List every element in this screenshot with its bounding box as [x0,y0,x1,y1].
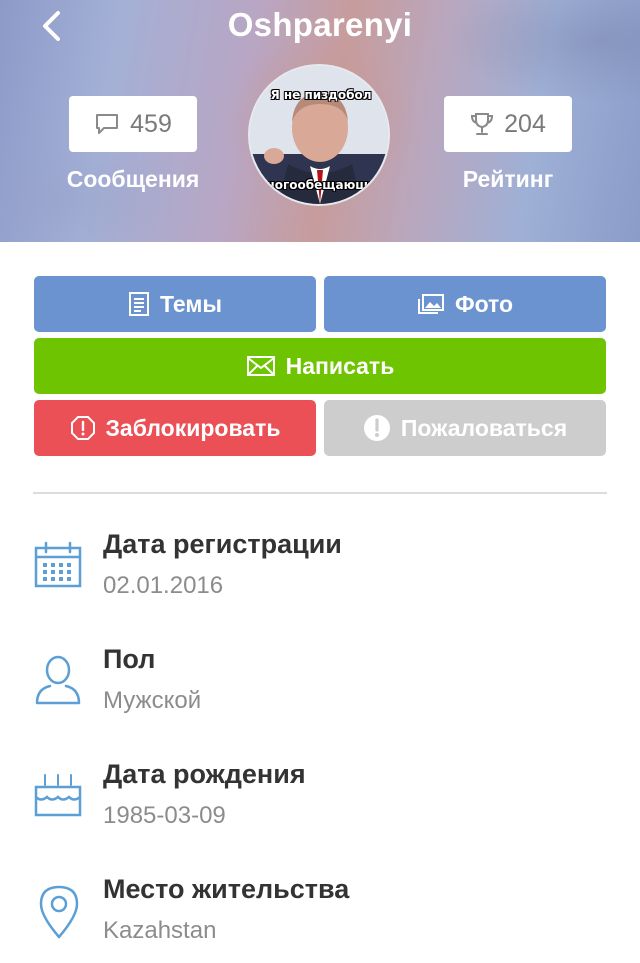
birth-date-label: Дата рождения [103,759,306,789]
rating-label: Рейтинг [462,166,554,192]
topics-button-label: Темы [159,290,223,317]
envelope-icon [246,356,275,376]
trophy-icon [471,113,494,135]
registration-date-value: 02.01.2016 [103,572,224,599]
topics-button[interactable]: Темы [34,276,316,332]
info-row-location: Место жительства Kazahstan [0,874,640,963]
messages-count-box[interactable]: 459 [69,96,197,152]
octagon-warning-icon [70,416,95,440]
divider [33,492,607,494]
report-button-label: Пожаловаться [400,414,568,441]
document-icon [128,292,149,316]
gender-label: Пол [103,644,156,674]
exclamation-circle-icon [363,415,390,441]
location-value: Kazahstan [103,917,217,944]
avatar-caption-bottom: многообещающий [256,178,386,192]
messages-count: 459 [130,109,172,138]
location-pin-icon [39,885,79,939]
info-row-birth-date: Дата рождения 1985-03-09 [0,759,640,859]
rating-count-box[interactable]: 204 [444,96,572,152]
messages-label: Сообщения [66,166,200,192]
report-button[interactable]: Пожаловаться [324,400,606,456]
person-icon [35,655,81,705]
location-label: Место жительства [103,874,350,904]
speech-bubble-icon [96,114,119,134]
write-message-button[interactable]: Написать [34,338,606,394]
info-row-registration-date: Дата регистрации 02.01.2016 [0,529,640,629]
avatar[interactable]: Я не пиздобол многообещающий [248,64,390,206]
gender-value: Мужской [103,687,202,714]
photos-button[interactable]: Фото [324,276,606,332]
block-button-label: Заблокировать [105,414,281,441]
avatar-caption-top: Я не пиздобол [270,88,372,102]
info-row-gender: Пол Мужской [0,644,640,744]
page-title: Oshparenyi [227,6,413,43]
birth-date-value: 1985-03-09 [103,802,226,829]
calendar-icon [34,541,82,588]
photo-gallery-icon [417,294,444,314]
write-message-button-label: Написать [285,352,395,379]
birthday-cake-icon [34,774,82,817]
rating-count: 204 [504,109,546,138]
photos-button-label: Фото [454,290,514,317]
block-button[interactable]: Заблокировать [34,400,316,456]
registration-date-label: Дата регистрации [103,529,342,559]
profile-header: Oshparenyi 459 Сообщения Я не пиздобол м… [0,0,640,242]
